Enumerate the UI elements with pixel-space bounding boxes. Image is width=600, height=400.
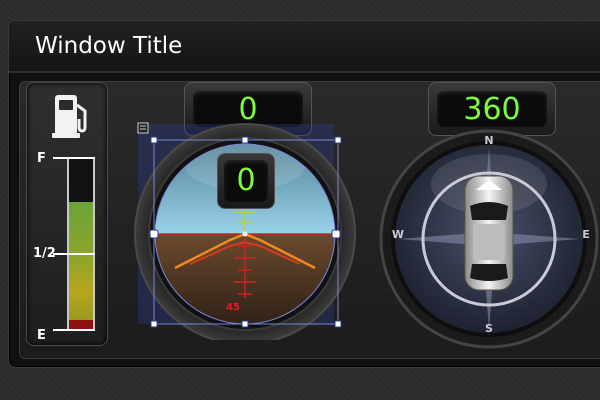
compass-south-label: S xyxy=(485,322,493,335)
compass-north-label: N xyxy=(484,134,493,147)
resize-handle-top-right[interactable] xyxy=(334,136,342,144)
resize-handle-bottom-left[interactable] xyxy=(150,320,158,328)
fuel-pump-icon xyxy=(52,95,87,138)
resize-handle-top[interactable] xyxy=(241,136,249,144)
resize-handle-right[interactable] xyxy=(331,229,341,239)
fuel-label-empty: E xyxy=(37,328,46,343)
heading-readout-value: 360 xyxy=(463,92,521,127)
fuel-label-full: F xyxy=(37,151,46,166)
title-bar[interactable]: Window Title xyxy=(9,21,600,73)
center-pivot xyxy=(242,231,248,237)
resize-handle-top-left[interactable] xyxy=(150,136,158,144)
window-title: Window Title xyxy=(35,33,183,59)
resize-handle-bottom-right[interactable] xyxy=(334,320,342,328)
fuel-tick-half xyxy=(53,253,95,255)
resize-handle-left[interactable] xyxy=(149,229,159,239)
compass-west-label: W xyxy=(392,228,404,241)
fuel-level-tube xyxy=(67,157,95,331)
car-icon xyxy=(464,175,514,291)
fuel-gauge: F 1/2 E xyxy=(26,82,108,346)
resize-handle-bottom[interactable] xyxy=(241,320,249,328)
pitch-label: 45 xyxy=(226,302,240,313)
fuel-level-fill xyxy=(69,201,93,329)
attitude-indicator[interactable]: 45 xyxy=(130,118,370,340)
fuel-label-half: 1/2 xyxy=(33,246,56,261)
compass-east-label: E xyxy=(582,228,590,241)
attitude-inner-readout: 0 xyxy=(217,153,275,209)
compass-gauge[interactable]: N E S W xyxy=(378,128,600,350)
fuel-tick-full xyxy=(53,157,95,159)
smart-tag-icon[interactable] xyxy=(137,122,149,134)
attitude-inner-value: 0 xyxy=(236,163,256,198)
fuel-tick-empty xyxy=(53,329,95,331)
